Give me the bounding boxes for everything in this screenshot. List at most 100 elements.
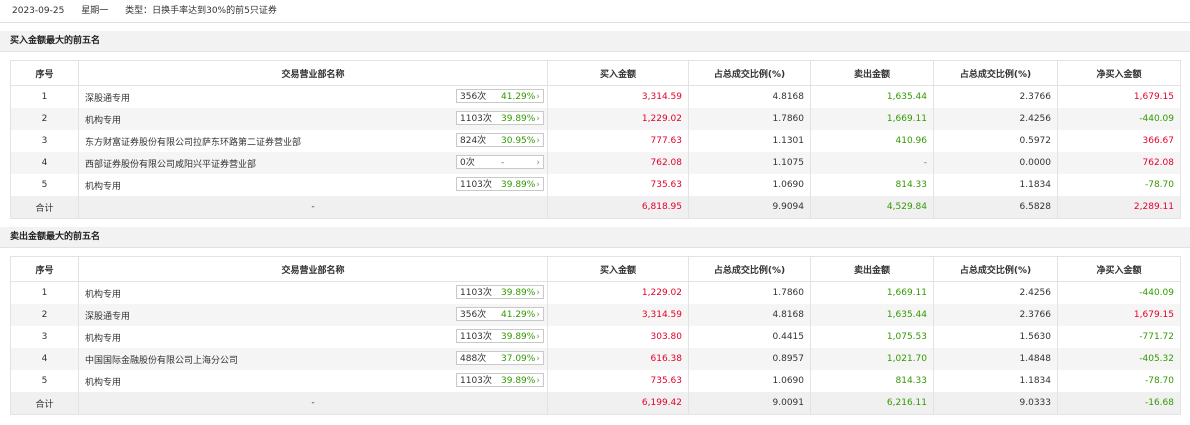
sell-amount: 1,669.11 <box>810 281 934 304</box>
column-header: 交易营业部名称 <box>78 256 548 282</box>
buy-section-title: 买入金额最大的前五名 <box>0 31 1190 52</box>
branch-stat-dropdown[interactable]: 824次 30.95% › <box>456 133 544 147</box>
type-label: 类型： <box>125 6 153 16</box>
branch-stat-dropdown[interactable]: 1103次 39.89% › <box>456 177 544 191</box>
sell-ratio: 0.5972 <box>933 130 1058 152</box>
branch-name[interactable]: 深股通专用 <box>85 309 130 322</box>
column-header: 交易营业部名称 <box>78 60 548 86</box>
branch-stat-dropdown[interactable]: 0次 - › <box>456 155 544 169</box>
branch-name-cell: 机构专用 1103次 39.89% › <box>78 174 548 196</box>
sell-amount: 410.96 <box>810 130 934 152</box>
buy-amount: 3,314.59 <box>547 85 689 108</box>
sell-table: 序号 交易营业部名称 买入金额 占总成交比例(%) 卖出金额 占总成交比例(%) 净买入金额… <box>10 256 1181 415</box>
branch-win-rate: 39.89% <box>501 332 536 342</box>
net-buy-amount: 762.08 <box>1057 152 1181 174</box>
branch-name[interactable]: 东方财富证券股份有限公司拉萨东环路第二证券营业部 <box>85 135 301 148</box>
table-row: 1 机构专用 1103次 39.89% › 1,229.02 1.7860 1,669.11 2… <box>10 281 1181 304</box>
table-row: 4 中国国际金融股份有限公司上海分公司 488次 37.09% › 616.38 0.895… <box>10 348 1181 370</box>
net-buy-amount: 1,679.15 <box>1057 85 1181 108</box>
branch-win-rate: 41.29% <box>501 310 536 320</box>
branch-stat-dropdown[interactable]: 356次 41.29% › <box>456 89 544 103</box>
net-buy-amount: -78.70 <box>1057 370 1181 392</box>
buy-ratio: 1.1075 <box>688 152 811 174</box>
branch-name[interactable]: 机构专用 <box>85 287 121 300</box>
buy-amount: 303.80 <box>547 326 689 348</box>
net-buy-amount: -440.09 <box>1057 108 1181 130</box>
branch-name-cell: 深股通专用 356次 41.29% › <box>78 85 548 108</box>
total-sell-ratio: 6.5828 <box>933 196 1058 219</box>
row-index: 4 <box>10 348 79 370</box>
column-header: 卖出金额 <box>810 60 934 86</box>
branch-count: 356次 <box>460 310 487 320</box>
branch-stat-dropdown[interactable]: 356次 41.29% › <box>456 307 544 321</box>
chevron-right-icon: › <box>536 92 540 102</box>
branch-win-rate: 39.89% <box>501 180 536 190</box>
branch-count: 1103次 <box>460 180 492 190</box>
sell-ratio: 2.4256 <box>933 108 1058 130</box>
branch-win-rate: 39.89% <box>501 114 536 124</box>
net-buy-amount: -440.09 <box>1057 281 1181 304</box>
branch-stat-dropdown[interactable]: 1103次 39.89% › <box>456 111 544 125</box>
table-row: 2 深股通专用 356次 41.29% › 3,314.59 4.8168 1,635.44 2… <box>10 304 1181 326</box>
chevron-right-icon: › <box>536 114 540 124</box>
branch-stat-dropdown[interactable]: 488次 37.09% › <box>456 351 544 365</box>
total-sell-amount: 6,216.11 <box>810 392 934 415</box>
branch-name-cell: 东方财富证券股份有限公司拉萨东环路第二证券营业部 824次 30.95% › <box>78 130 548 152</box>
branch-win-rate: - <box>501 158 505 168</box>
total-label: 合计 <box>10 392 79 415</box>
sell-amount: - <box>810 152 934 174</box>
sell-amount: 1,635.44 <box>810 304 934 326</box>
table-row: 5 机构专用 1103次 39.89% › 735.63 1.0690 814.33 1.183… <box>10 370 1181 392</box>
buy-ratio: 1.7860 <box>688 108 811 130</box>
chevron-right-icon: › <box>536 310 540 320</box>
branch-stat-dropdown[interactable]: 1103次 39.89% › <box>456 373 544 387</box>
row-index: 1 <box>10 281 79 304</box>
branch-name[interactable]: 中国国际金融股份有限公司上海分公司 <box>85 353 238 366</box>
branch-name[interactable]: 西部证券股份有限公司咸阳兴平证券营业部 <box>85 157 256 170</box>
total-buy-amount: 6,199.42 <box>547 392 689 415</box>
table-row: 1 深股通专用 356次 41.29% › 3,314.59 4.8168 1,635.44 2… <box>10 85 1181 108</box>
sell-ratio: 2.3766 <box>933 304 1058 326</box>
column-header: 序号 <box>10 60 79 86</box>
branch-stat-dropdown[interactable]: 1103次 39.89% › <box>456 329 544 343</box>
branch-name[interactable]: 深股通专用 <box>85 91 130 104</box>
column-header: 序号 <box>10 256 79 282</box>
chevron-right-icon: › <box>536 180 540 190</box>
buy-amount: 735.63 <box>547 370 689 392</box>
chevron-right-icon: › <box>536 288 540 298</box>
column-header: 占总成交比例(%) <box>688 256 811 282</box>
branch-name[interactable]: 机构专用 <box>85 331 121 344</box>
branch-stat-dropdown[interactable]: 1103次 39.89% › <box>456 285 544 299</box>
total-net-amount: 2,289.11 <box>1057 196 1181 219</box>
net-buy-amount: -78.70 <box>1057 174 1181 196</box>
branch-name[interactable]: 机构专用 <box>85 113 121 126</box>
branch-count: 824次 <box>460 136 487 146</box>
branch-win-rate: 39.89% <box>501 288 536 298</box>
buy-ratio: 1.0690 <box>688 174 811 196</box>
table-row: 2 机构专用 1103次 39.89% › 1,229.02 1.7860 1,669.11 2… <box>10 108 1181 130</box>
branch-name-cell: 机构专用 1103次 39.89% › <box>78 108 548 130</box>
sell-amount: 814.33 <box>810 370 934 392</box>
row-index: 3 <box>10 130 79 152</box>
table-row: 4 西部证券股份有限公司咸阳兴平证券营业部 0次 - › 762.08 1.1075-0.0… <box>10 152 1181 174</box>
row-index: 1 <box>10 85 79 108</box>
buy-amount: 616.38 <box>547 348 689 370</box>
branch-win-rate: 41.29% <box>501 92 536 102</box>
total-buy-amount: 6,818.95 <box>547 196 689 219</box>
buy-amount: 3,314.59 <box>547 304 689 326</box>
total-row: 合计 -6,199.42 9.0091 6,216.11 9.0333 -16.68 <box>10 392 1181 415</box>
buy-amount: 1,229.02 <box>547 108 689 130</box>
buy-ratio: 0.4415 <box>688 326 811 348</box>
branch-name-cell: 中国国际金融股份有限公司上海分公司 488次 37.09% › <box>78 348 548 370</box>
branch-count: 0次 <box>460 158 475 168</box>
sell-ratio: 1.1834 <box>933 370 1058 392</box>
row-index: 5 <box>10 174 79 196</box>
table-row: 3 东方财富证券股份有限公司拉萨东环路第二证券营业部 824次 30.95% › 777.… <box>10 130 1181 152</box>
chevron-right-icon: › <box>536 158 540 168</box>
total-label: 合计 <box>10 196 79 219</box>
branch-name-cell: 西部证券股份有限公司咸阳兴平证券营业部 0次 - › <box>78 152 548 174</box>
branch-name[interactable]: 机构专用 <box>85 375 121 388</box>
branch-name[interactable]: 机构专用 <box>85 179 121 192</box>
net-buy-amount: 1,679.15 <box>1057 304 1181 326</box>
buy-amount: 777.63 <box>547 130 689 152</box>
